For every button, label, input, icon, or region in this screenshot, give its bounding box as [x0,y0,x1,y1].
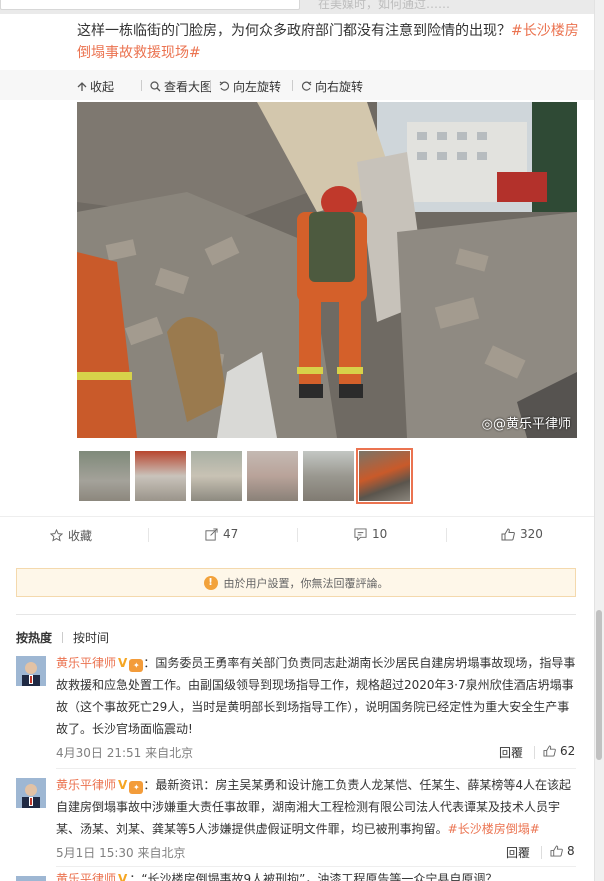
repost-button[interactable]: 47 [205,527,238,541]
notice-text: 由於用户設置，你無法回覆評論。 [223,576,389,590]
favorite-button[interactable]: 收藏 [50,527,92,544]
rotate-left-icon [219,81,230,91]
rescue-scene-image [77,102,577,438]
image-toolbar: 收起 查看大图 向左旋转 向右旋转 [0,70,594,100]
comments-section: ! 由於用户設置，你無法回覆評論。 按热度 按时间 黄乐平律师 V ✦ ：国务委员王勇… [0,552,594,881]
comment-like-button[interactable]: 62 [543,744,575,758]
thumbs-up-icon [543,745,556,757]
post-photo[interactable]: ◎@黄乐平律师 [77,102,577,438]
like-count: 320 [520,527,543,541]
rotate-right-label: 向右旋转 [315,80,364,94]
favorite-label: 收藏 [68,529,93,543]
verified-v-icon: V [118,656,128,670]
thumbs-up-icon [550,845,563,857]
action-divider [446,528,447,542]
comment-meta: 5月1日 15:30 来自北京 [56,846,186,860]
user-avatar-image [16,876,46,881]
rotate-right-button[interactable]: 向右旋转 [301,78,363,95]
collapse-icon [77,81,87,91]
comment-count: 10 [372,527,388,541]
comment-like-count: 62 [560,744,576,758]
comment-divider [56,768,576,769]
comment-button[interactable]: 10 [354,527,387,541]
comment-divider [56,866,576,867]
star-icon [50,529,63,542]
scrollbar-thumb[interactable] [596,610,602,760]
magnifier-icon [150,81,161,92]
comment-hashtag[interactable]: #长沙楼房倒塌# [448,822,540,836]
share-icon [205,527,218,541]
avatar[interactable] [16,778,46,808]
post-actions-bar: 收藏 47 10 320 [0,516,594,552]
verified-v-icon: V [118,778,128,792]
faded-overlay-text: 在美媒时，如何通过…… [318,0,451,11]
post-text-line: 这样一栋临街的门脸房，为何众多政府部门都没有注意到险情的出现？ [77,23,511,39]
thumbnail[interactable] [303,451,354,501]
thumbnail[interactable] [79,451,130,501]
action-divider [297,528,298,542]
collapse-button[interactable]: 收起 [77,78,114,95]
collapse-label: 收起 [90,80,115,94]
user-avatar-image [16,778,46,808]
comment-username[interactable]: 黄乐平律师 [56,656,116,670]
view-large-label: 查看大图 [164,80,213,94]
action-divider [534,746,535,759]
toolbar-divider [141,80,142,91]
fan-badge-icon: ✦ [129,659,144,672]
comment-text: ：“长沙楼房倒塌事故9人被刑拘”，油漆工程原告等一众宁县自原调？ [129,872,498,881]
view-large-button[interactable]: 查看大图 [150,78,212,95]
thumbnail[interactable] [191,451,242,501]
avatar[interactable] [16,656,46,686]
divider [16,614,576,615]
rotate-right-icon [301,81,312,91]
comment-username[interactable]: 黄乐平律师 [56,778,116,792]
photo-watermark: ◎@黄乐平律师 [482,413,571,432]
comment-body: 黄乐平律师 V ✦ ：国务委员王勇率有关部门负责同志赴湖南长沙居民自建房坍塌事故现场，… [56,652,576,740]
sort-divider [62,632,64,643]
thumbnail-active[interactable] [356,448,413,504]
toolbar-divider [292,80,293,91]
comment-item: 黄乐平律师 V ：“长沙楼房倒塌事故9人被刑拘”，油漆工程原告等一众宁县自原调？ [16,872,576,881]
comment-like-button[interactable]: 8 [550,844,575,858]
comment-body: 黄乐平律师 V ：“长沙楼房倒塌事故9人被刑拘”，油漆工程原告等一众宁县自原调？ [56,872,576,881]
rotate-left-button[interactable]: 向左旋转 [219,78,281,95]
avatar[interactable] [16,876,46,881]
comment-item: 黄乐平律师 V ✦ ：最新资讯：房主吴某勇和设计施工负责人龙某恺、任某生、薛某榜等4人… [16,774,576,868]
thumbnail[interactable] [247,451,298,501]
post-text: 这样一栋临街的门脸房，为何众多政府部门都没有注意到险情的出现？#长沙楼房倒塌事故… [77,20,582,64]
comment-disabled-notice: ! 由於用户設置，你無法回覆評論。 [16,568,576,597]
warning-icon: ! [203,575,218,590]
thumbs-up-icon [501,527,515,540]
reply-button[interactable]: 回覆 [506,844,530,861]
like-button[interactable]: 320 [501,527,543,541]
toolbar-divider [210,80,211,91]
comment-body: 黄乐平律师 V ✦ ：最新资讯：房主吴某勇和设计施工负责人龙某恺、任某生、薛某榜等4人… [56,774,576,840]
sort-time-tab[interactable]: 按时间 [73,629,109,646]
weibo-post-card: 这样一栋临街的门脸房，为何众多政府部门都没有注意到险情的出现？#长沙楼房倒塌事故… [0,0,594,552]
user-avatar-image [16,656,46,686]
sort-hot-tab[interactable]: 按热度 [16,629,52,646]
comment-like-count: 8 [567,844,575,858]
verified-v-icon: V [118,872,128,881]
repost-count: 47 [223,527,239,541]
comment-meta: 4月30日 21:51 来自北京 [56,746,194,760]
comment-sort: 按热度 按时间 [16,629,109,646]
comment-item: 黄乐平律师 V ✦ ：国务委员王勇率有关部门负责同志赴湖南长沙居民自建房坍塌事故现场，… [16,652,576,770]
watermark-text: @黄乐平律师 [492,417,571,432]
comment-username[interactable]: 黄乐平律师 [56,872,116,881]
comment-icon [354,527,367,541]
action-divider [148,528,149,542]
search-input[interactable] [0,0,300,10]
weibo-logo-icon: ◎ [481,417,493,432]
thumbnail[interactable] [135,451,186,501]
reply-button[interactable]: 回覆 [499,744,523,761]
rotate-left-label: 向左旋转 [233,80,282,94]
fan-badge-icon: ✦ [129,781,144,794]
action-divider [541,846,542,859]
